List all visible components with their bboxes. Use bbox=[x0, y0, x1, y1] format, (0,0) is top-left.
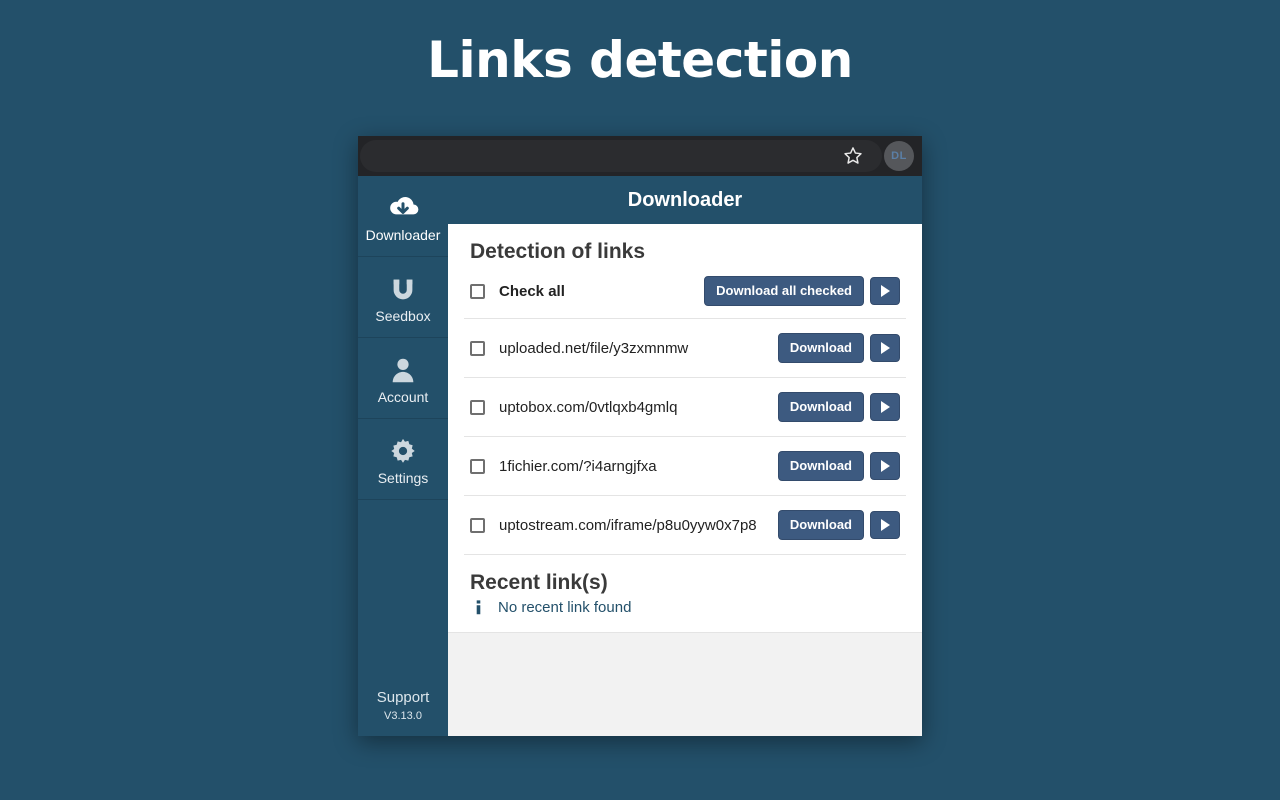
gear-icon bbox=[388, 434, 418, 468]
version-label: V3.13.0 bbox=[384, 710, 422, 722]
play-button[interactable] bbox=[870, 393, 900, 421]
play-button[interactable] bbox=[870, 511, 900, 539]
app-body: Downloader Seedbox Account Settings Supp… bbox=[358, 176, 922, 736]
recent-empty-message: No recent link found bbox=[498, 599, 632, 616]
person-icon bbox=[388, 353, 418, 387]
content-area: Downloader Detection of links Check all … bbox=[448, 176, 922, 736]
link-action-group: Download bbox=[777, 392, 900, 422]
link-url: uptostream.com/iframe/p8u0yyw0x7p8 bbox=[499, 516, 757, 534]
info-icon bbox=[470, 599, 486, 616]
sidebar-item-label: Seedbox bbox=[375, 308, 431, 324]
check-all-row: Check all Download all checked bbox=[464, 264, 906, 319]
link-action-group: Download bbox=[777, 451, 900, 481]
play-icon bbox=[880, 401, 890, 413]
star-icon[interactable] bbox=[842, 145, 864, 167]
recent-empty-row: No recent link found bbox=[464, 595, 906, 632]
play-button[interactable] bbox=[870, 452, 900, 480]
cloud-download-icon bbox=[384, 191, 422, 225]
link-row: 1fichier.com/?i4arngjfxa Download bbox=[464, 437, 906, 496]
sidebar-footer: Support V3.13.0 bbox=[358, 688, 448, 736]
sidebar-item-label: Account bbox=[377, 389, 429, 405]
app-window: DL Downloader Seedbox Account Settings S… bbox=[358, 136, 922, 736]
page-title: Links detection bbox=[427, 31, 853, 89]
address-bar[interactable] bbox=[360, 140, 882, 172]
scroll-area[interactable]: Detection of links Check all Download al… bbox=[448, 224, 922, 736]
bulk-action-group: Download all checked bbox=[704, 276, 900, 306]
download-button[interactable]: Download bbox=[777, 392, 864, 422]
detection-panel: Detection of links Check all Download al… bbox=[448, 224, 922, 632]
link-action-group: Download bbox=[777, 333, 900, 363]
support-link[interactable]: Support bbox=[358, 688, 448, 708]
play-button[interactable] bbox=[870, 334, 900, 362]
link-checkbox[interactable] bbox=[470, 458, 485, 474]
check-all-label: Check all bbox=[499, 282, 565, 300]
empty-area bbox=[448, 632, 922, 736]
play-all-button[interactable] bbox=[870, 277, 900, 305]
sidebar-item-seedbox[interactable]: Seedbox bbox=[358, 257, 448, 338]
browser-toolbar: DL bbox=[358, 136, 922, 176]
sidebar-item-label: Settings bbox=[377, 470, 429, 486]
recent-section-title: Recent link(s) bbox=[470, 571, 608, 594]
sidebar: Downloader Seedbox Account Settings Supp… bbox=[358, 176, 448, 736]
magnet-icon bbox=[388, 272, 418, 306]
play-icon bbox=[880, 342, 890, 354]
link-action-group: Download bbox=[777, 510, 900, 540]
play-icon bbox=[880, 519, 890, 531]
link-checkbox[interactable] bbox=[470, 399, 485, 415]
link-url: 1fichier.com/?i4arngjfxa bbox=[499, 457, 657, 475]
sidebar-item-account[interactable]: Account bbox=[358, 338, 448, 419]
avatar[interactable]: DL bbox=[884, 141, 914, 171]
link-checkbox[interactable] bbox=[470, 340, 485, 356]
link-url: uptobox.com/0vtlqxb4gmlq bbox=[499, 398, 678, 416]
link-row: uptostream.com/iframe/p8u0yyw0x7p8 Downl… bbox=[464, 496, 906, 555]
play-icon bbox=[880, 285, 890, 297]
download-button[interactable]: Download bbox=[777, 333, 864, 363]
link-checkbox[interactable] bbox=[470, 517, 485, 533]
content-header-title: Downloader bbox=[448, 176, 922, 224]
check-all-checkbox[interactable] bbox=[470, 283, 485, 299]
link-url: uploaded.net/file/y3zxmnmw bbox=[499, 339, 689, 357]
sidebar-item-downloader[interactable]: Downloader bbox=[358, 176, 448, 257]
sidebar-item-settings[interactable]: Settings bbox=[358, 419, 448, 500]
link-row: uptobox.com/0vtlqxb4gmlq Download bbox=[464, 378, 906, 437]
download-button[interactable]: Download bbox=[777, 510, 864, 540]
detection-section-title: Detection of links bbox=[470, 240, 646, 263]
sidebar-item-label: Downloader bbox=[365, 227, 441, 243]
download-button[interactable]: Download bbox=[777, 451, 864, 481]
play-icon bbox=[880, 460, 890, 472]
link-row: uploaded.net/file/y3zxmnmw Download bbox=[464, 319, 906, 378]
download-all-checked-button[interactable]: Download all checked bbox=[704, 276, 864, 306]
